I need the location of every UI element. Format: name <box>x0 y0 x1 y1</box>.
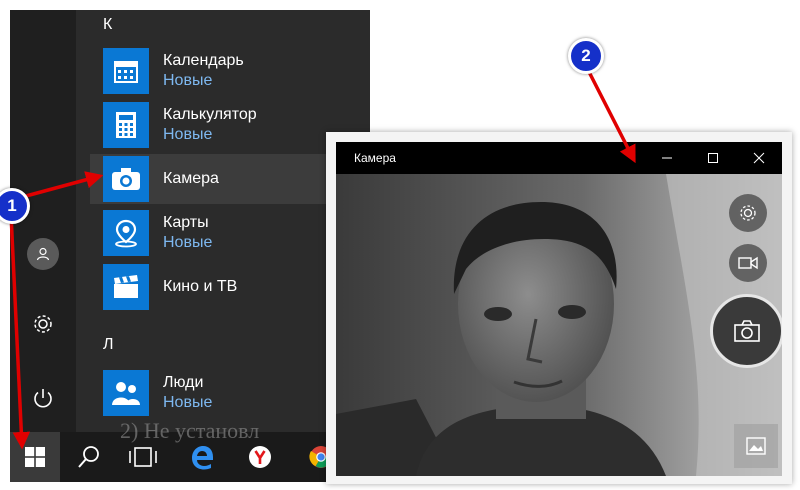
search-icon <box>78 446 99 468</box>
app-item-calendar[interactable]: Календарь Новые <box>90 46 370 96</box>
search-button[interactable] <box>66 432 112 482</box>
app-new-label: Новые <box>163 394 213 411</box>
group-letter-l[interactable]: Л <box>103 336 114 354</box>
people-icon <box>103 370 149 416</box>
group-letter-k[interactable]: К <box>103 16 112 34</box>
edge-icon <box>192 446 213 470</box>
camera-app: Камера <box>336 142 782 476</box>
edge-button[interactable] <box>180 432 224 482</box>
minimize-button[interactable] <box>644 142 690 174</box>
settings-icon <box>740 205 756 221</box>
step-badge-2: 2 <box>568 38 604 74</box>
gallery-icon <box>746 437 766 455</box>
window-title: Камера <box>354 151 396 165</box>
app-name: Камера <box>163 170 219 187</box>
video-mode-icon <box>738 256 758 270</box>
task-view-button[interactable] <box>118 432 168 482</box>
yandex-browser-button[interactable] <box>238 432 282 482</box>
video-mode-button[interactable] <box>729 244 767 282</box>
maps-icon <box>103 210 149 256</box>
app-new-label: Новые <box>163 72 213 89</box>
start-button[interactable] <box>10 432 60 482</box>
maximize-button[interactable] <box>690 142 736 174</box>
title-bar[interactable]: Камера <box>336 142 782 174</box>
camera-window: Камера <box>326 132 792 484</box>
camera-icon <box>103 156 149 202</box>
calendar-icon <box>103 48 149 94</box>
calculator-icon <box>103 102 149 148</box>
app-name: Календарь <box>163 52 244 69</box>
app-new-label: Новые <box>163 126 213 143</box>
settings-icon[interactable] <box>27 308 59 340</box>
gallery-button[interactable] <box>734 424 778 468</box>
start-menu: К Календарь Новые Калькулятор Новые Каме… <box>10 10 370 432</box>
movies-tv-icon <box>103 264 149 310</box>
power-icon[interactable] <box>27 382 59 414</box>
user-icon[interactable] <box>27 238 59 270</box>
close-button[interactable] <box>736 142 782 174</box>
app-name: Люди <box>163 374 204 391</box>
maximize-icon <box>708 153 718 163</box>
task-view-icon <box>129 447 157 467</box>
taskbar: 2) Не установл <box>10 418 370 482</box>
app-new-label: Новые <box>163 234 213 251</box>
app-name: Калькулятор <box>163 106 257 123</box>
take-photo-icon <box>734 320 760 342</box>
take-photo-button[interactable] <box>710 294 782 368</box>
app-name: Карты <box>163 214 209 231</box>
app-name: Кино и ТВ <box>163 278 238 295</box>
minimize-icon <box>662 157 672 159</box>
camera-settings-button[interactable] <box>729 194 767 232</box>
windows-logo-icon <box>25 447 45 467</box>
camera-preview <box>336 174 782 476</box>
yandex-browser-icon <box>249 446 271 468</box>
close-icon <box>753 152 765 164</box>
